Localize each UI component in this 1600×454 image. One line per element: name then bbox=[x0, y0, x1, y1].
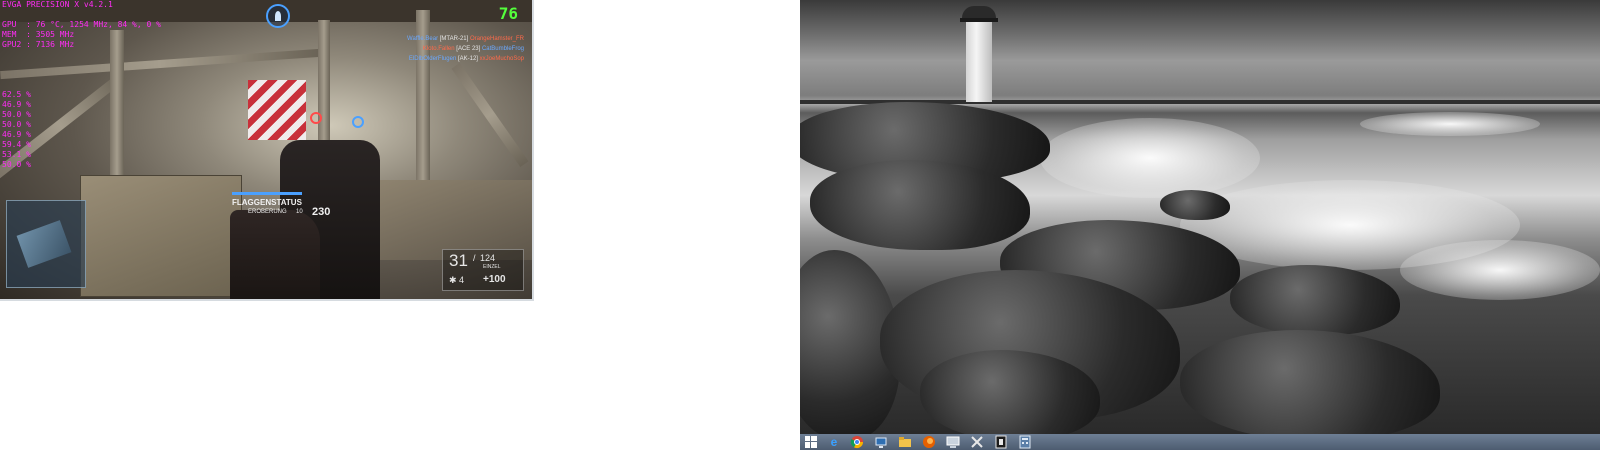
internet-explorer-icon[interactable]: e bbox=[826, 435, 842, 449]
rock bbox=[1160, 190, 1230, 220]
fps-counter: 76 bbox=[498, 4, 518, 23]
wave-splash bbox=[1400, 240, 1600, 300]
killfeed-victim: xxJoeMuchoSop bbox=[479, 56, 524, 62]
taskbar: e bbox=[800, 434, 1600, 450]
ammo-panel: 31 / 124 EINZEL ✱ 4 +100 bbox=[442, 249, 524, 291]
osd-cpu-core: 59.4 % bbox=[2, 140, 31, 149]
osd-cpu-core: 50.0 % bbox=[2, 120, 31, 129]
killfeed-row: Kloto.Fallen [ACE 23] CatBumbleFrog bbox=[423, 44, 524, 54]
minimap bbox=[6, 200, 86, 288]
killfeed-killer: Kloto.Fallen bbox=[422, 46, 455, 52]
osd-cpu-core: 62.5 % bbox=[2, 90, 31, 99]
osd-title: EVGA PRECISION X v4.2.1 bbox=[2, 0, 113, 9]
calculator-icon[interactable] bbox=[1018, 435, 1034, 449]
osd-gpu2-line: GPU2 : 7136 MHz bbox=[2, 40, 75, 49]
media-icon[interactable] bbox=[994, 435, 1010, 449]
killfeed-weapon: [ACE 23] bbox=[456, 46, 481, 52]
killfeed-weapon: [AK-12] bbox=[457, 56, 478, 62]
flag-status-label: FLAGGENSTATUS bbox=[232, 198, 302, 207]
conquest-label: EROBERUNG bbox=[248, 209, 287, 215]
ticket-right: 230 bbox=[312, 206, 331, 218]
wooden-beam bbox=[451, 62, 529, 168]
wooden-beam bbox=[0, 48, 320, 80]
osd-cpu-core: 46.9 % bbox=[2, 100, 31, 109]
network-icon[interactable] bbox=[874, 435, 890, 449]
desktop-wallpaper bbox=[800, 0, 1600, 434]
killfeed-killer: ElDlbOlderFlugen bbox=[408, 56, 457, 62]
friendly-marker-icon bbox=[352, 116, 364, 128]
osd-cpu-core: 50.0 % bbox=[2, 110, 31, 119]
osd-cpu-core: 50.0 % bbox=[2, 160, 31, 169]
killfeed-victim: OrangeHamster_FR bbox=[469, 36, 524, 42]
file-explorer-icon[interactable] bbox=[898, 435, 914, 449]
killfeed-victim: CatBumbleFrog bbox=[481, 46, 524, 52]
ammo-current: 31 bbox=[449, 251, 468, 270]
enemy-marker-icon bbox=[310, 112, 322, 124]
firefox-icon[interactable] bbox=[922, 435, 938, 449]
lighthouse-tower bbox=[966, 14, 992, 102]
rock bbox=[1230, 265, 1400, 335]
wooden-crate bbox=[372, 180, 532, 260]
score-popup: +100 bbox=[483, 274, 506, 285]
compass-icon bbox=[266, 4, 290, 28]
grenade-count: 4 bbox=[459, 275, 465, 285]
killfeed-killer: Waffle.Bear bbox=[407, 36, 439, 42]
osd-cpu-core: 46.9 % bbox=[2, 130, 31, 139]
rock bbox=[1180, 330, 1440, 434]
chrome-icon[interactable] bbox=[850, 435, 866, 449]
wooden-crate bbox=[80, 175, 242, 297]
grenade-icon: ✱ bbox=[449, 275, 457, 285]
killfeed-row: ElDlbOlderFlugen [AK-12] xxJoeMuchoSop bbox=[409, 54, 524, 64]
minimap-terrain bbox=[16, 220, 72, 268]
lighthouse-gallery bbox=[960, 18, 998, 22]
ticket-left: 10 bbox=[296, 209, 303, 215]
osd-mem-line: MEM : 3505 MHz bbox=[2, 30, 75, 39]
osd-cpu-core: 53.1 % bbox=[2, 150, 31, 159]
ammo-reserve: 124 bbox=[480, 253, 496, 263]
killfeed-weapon: [MTAR-21] bbox=[439, 36, 469, 42]
game-screenshot: EVGA PRECISION X v4.2.1 GPU : 76 °C, 125… bbox=[0, 0, 534, 301]
remote-desktop-icon[interactable] bbox=[946, 435, 962, 449]
player-arm bbox=[230, 210, 320, 299]
wave-crest bbox=[1360, 112, 1540, 136]
fire-mode: EINZEL bbox=[483, 264, 501, 270]
striped-flag bbox=[248, 80, 306, 140]
wave-splash bbox=[1040, 118, 1260, 198]
killfeed-row: Waffle.Bear [MTAR-21] OrangeHamster_FR bbox=[407, 34, 524, 44]
windows-start-icon[interactable] bbox=[804, 435, 820, 449]
osd-gpu-line: GPU : 76 °C, 1254 MHz, 84 %, 0 % bbox=[2, 20, 161, 29]
flag-status-bar bbox=[232, 192, 302, 195]
tool-icon[interactable] bbox=[970, 435, 986, 449]
